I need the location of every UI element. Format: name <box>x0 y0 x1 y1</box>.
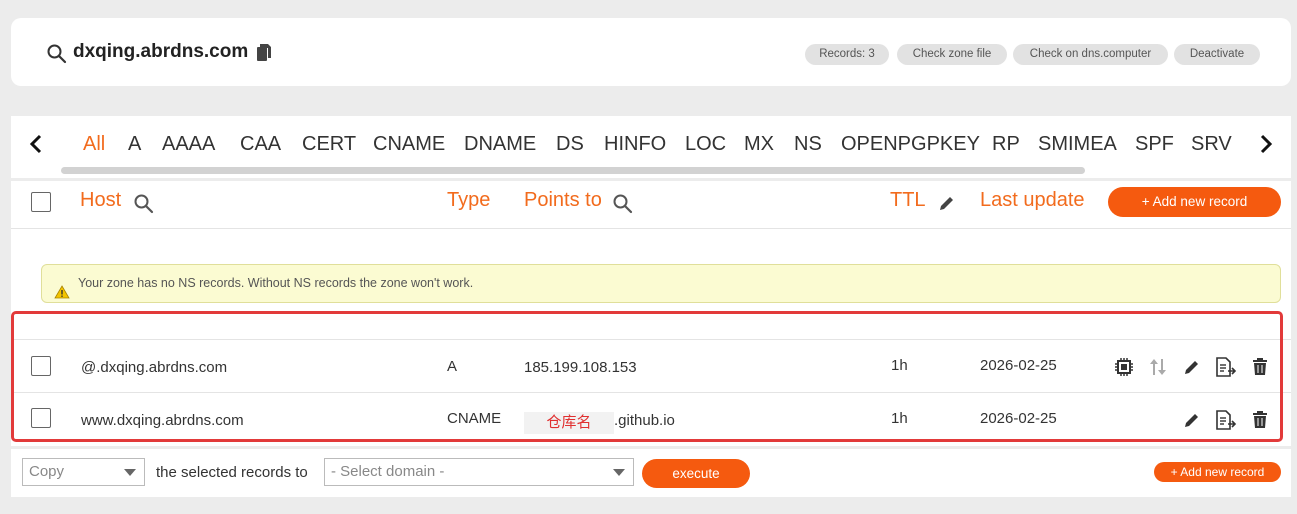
search-icon[interactable] <box>46 43 68 70</box>
check-dns-computer-button[interactable]: Check on dns.computer <box>1013 44 1168 65</box>
zone-name: dxqing.abrdns.com <box>73 41 249 62</box>
bulk-action-label: the selected records to <box>156 464 308 481</box>
chevron-left-icon[interactable] <box>27 133 45 160</box>
tab-srv[interactable]: SRV <box>1191 133 1232 156</box>
tab-ns[interactable]: NS <box>794 133 822 156</box>
tab-dname[interactable]: DNAME <box>464 133 536 156</box>
chevron-down-icon <box>613 469 625 476</box>
domain-select-value: - Select domain - <box>331 463 445 480</box>
bulk-action-bar: Copy the selected records to - Select do… <box>11 449 1291 497</box>
tab-smimea[interactable]: SMIMEA <box>1038 133 1117 156</box>
tab-aaaa[interactable]: AAAA <box>162 133 215 156</box>
tab-openpgpkey[interactable]: OPENPGPKEY <box>841 133 980 156</box>
highlight-annotation <box>11 311 1283 442</box>
host-search-icon[interactable] <box>133 193 155 220</box>
deactivate-button[interactable]: Deactivate <box>1174 44 1260 65</box>
tab-a[interactable]: A <box>128 133 141 156</box>
action-select[interactable]: Copy <box>22 458 145 486</box>
record-type-tabs: All A AAAA CAA CERT CNAME DNAME DS HINFO… <box>11 116 1291 178</box>
tabs-scrollbar[interactable] <box>61 167 1085 174</box>
copy-icon[interactable] <box>256 43 272 68</box>
warning-text: Your zone has no NS records. Without NS … <box>78 276 474 290</box>
tab-all[interactable]: All <box>83 133 105 156</box>
points-to-search-icon[interactable] <box>612 193 634 220</box>
records-table: Host Type Points to TTL Last update + Ad… <box>11 181 1291 446</box>
execute-button[interactable]: execute <box>642 459 750 488</box>
tab-hinfo[interactable]: HINFO <box>604 133 666 156</box>
records-count-badge: Records: 3 <box>805 44 889 65</box>
host-header[interactable]: Host <box>80 189 121 212</box>
add-new-record-button[interactable]: + Add new record <box>1154 462 1281 482</box>
chevron-right-icon[interactable] <box>1257 133 1275 160</box>
tab-mx[interactable]: MX <box>744 133 774 156</box>
ttl-edit-icon[interactable] <box>938 194 956 217</box>
last-update-header[interactable]: Last update <box>980 189 1085 212</box>
warning-icon <box>54 277 70 314</box>
domain-select[interactable]: - Select domain - <box>324 458 634 486</box>
tab-loc[interactable]: LOC <box>685 133 726 156</box>
no-ns-warning: Your zone has no NS records. Without NS … <box>41 264 1281 303</box>
tab-rp[interactable]: RP <box>992 133 1020 156</box>
tab-cert[interactable]: CERT <box>302 133 356 156</box>
add-new-record-button[interactable]: + Add new record <box>1108 187 1281 217</box>
tab-cname[interactable]: CNAME <box>373 133 445 156</box>
header-divider <box>11 228 1291 229</box>
tab-caa[interactable]: CAA <box>240 133 281 156</box>
select-all-checkbox[interactable] <box>31 192 51 212</box>
zone-header-card: dxqing.abrdns.com Records: 3 Check zone … <box>11 18 1291 86</box>
type-header[interactable]: Type <box>447 189 490 212</box>
tab-ds[interactable]: DS <box>556 133 584 156</box>
tab-spf[interactable]: SPF <box>1135 133 1174 156</box>
action-select-value: Copy <box>29 463 65 480</box>
points-to-header[interactable]: Points to <box>524 189 602 212</box>
check-zone-file-button[interactable]: Check zone file <box>897 44 1007 65</box>
ttl-header[interactable]: TTL <box>890 189 926 212</box>
chevron-down-icon <box>124 469 136 476</box>
